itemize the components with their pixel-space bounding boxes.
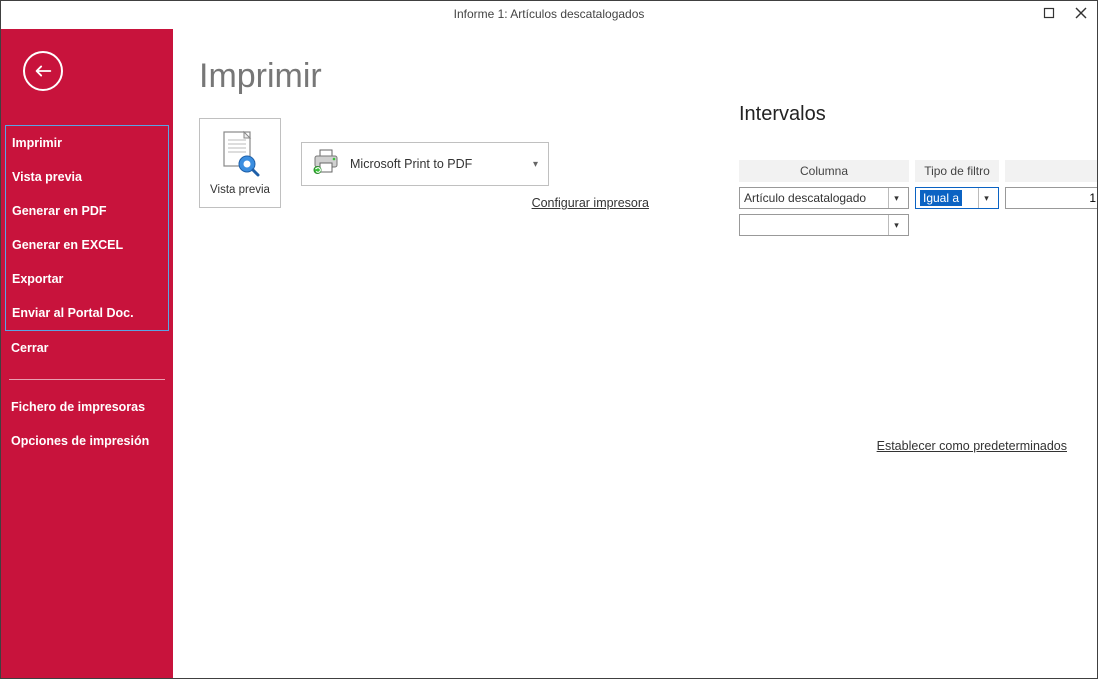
sidebar: Imprimir Vista previa Generar en PDF Gen… <box>1 29 173 678</box>
filtro-input-row1[interactable] <box>1005 187 1097 209</box>
maximize-icon[interactable] <box>1037 3 1061 23</box>
chevron-down-icon[interactable]: ▾ <box>978 188 994 208</box>
sidebar-item-generar-pdf[interactable]: Generar en PDF <box>6 194 168 228</box>
window-controls <box>1037 3 1093 23</box>
intervalos-panel: Intervalos Columna Tipo de filtro Filtro… <box>739 103 1097 236</box>
sidebar-item-enviar-portal[interactable]: Enviar al Portal Doc. <box>6 296 168 330</box>
chevron-down-icon[interactable]: ▾ <box>888 188 904 208</box>
sidebar-item-vista-previa[interactable]: Vista previa <box>6 160 168 194</box>
page-title: Imprimir <box>199 57 1097 96</box>
filtro-cell-row1 <box>1005 187 1097 209</box>
configure-printer-link[interactable]: Configurar impresora <box>301 196 649 210</box>
printer-name: Microsoft Print to PDF <box>350 157 533 171</box>
header-tipo-filtro: Tipo de filtro <box>915 160 999 182</box>
sidebar-group-highlighted: Imprimir Vista previa Generar en PDF Gen… <box>5 125 169 331</box>
columna-combo-row1[interactable]: Artículo descatalogado ▾ <box>739 187 909 209</box>
sidebar-item-imprimir[interactable]: Imprimir <box>6 126 168 160</box>
columna-combo-row2[interactable]: ▾ <box>739 214 909 236</box>
header-columna: Columna <box>739 160 909 182</box>
header-filtro: Filtro <box>1005 160 1097 182</box>
back-button[interactable] <box>23 51 63 91</box>
set-default-link[interactable]: Establecer como predeterminados <box>877 439 1067 453</box>
sidebar-item-exportar[interactable]: Exportar <box>6 262 168 296</box>
vista-previa-label: Vista previa <box>210 184 270 196</box>
vista-previa-button[interactable]: Vista previa <box>199 118 281 208</box>
sidebar-item-generar-excel[interactable]: Generar en EXCEL <box>6 228 168 262</box>
sidebar-separator <box>9 379 165 380</box>
document-preview-icon <box>220 130 260 178</box>
printer-dropdown[interactable]: Microsoft Print to PDF ▾ <box>301 142 549 186</box>
sidebar-item-opciones-impresion[interactable]: Opciones de impresión <box>5 424 169 458</box>
sidebar-item-cerrar[interactable]: Cerrar <box>5 331 169 365</box>
print-dialog-window: Informe 1: Artículos descatalogados Impr… <box>0 0 1098 679</box>
sidebar-item-fichero-impresoras[interactable]: Fichero de impresoras <box>5 390 169 424</box>
content-area: Imprimir Vista previ <box>173 29 1097 678</box>
chevron-down-icon[interactable]: ▾ <box>888 215 904 235</box>
titlebar: Informe 1: Artículos descatalogados <box>1 1 1097 29</box>
chevron-down-icon: ▾ <box>533 159 538 170</box>
close-icon[interactable] <box>1069 3 1093 23</box>
tipo-filtro-value-row1: Igual a <box>920 190 962 206</box>
window-title: Informe 1: Artículos descatalogados <box>454 7 645 21</box>
intervalos-title: Intervalos <box>739 103 1097 126</box>
tipo-filtro-combo-row1[interactable]: Igual a ▾ <box>915 187 999 209</box>
columna-value-row1: Artículo descatalogado <box>744 191 884 205</box>
printer-icon <box>312 149 340 180</box>
